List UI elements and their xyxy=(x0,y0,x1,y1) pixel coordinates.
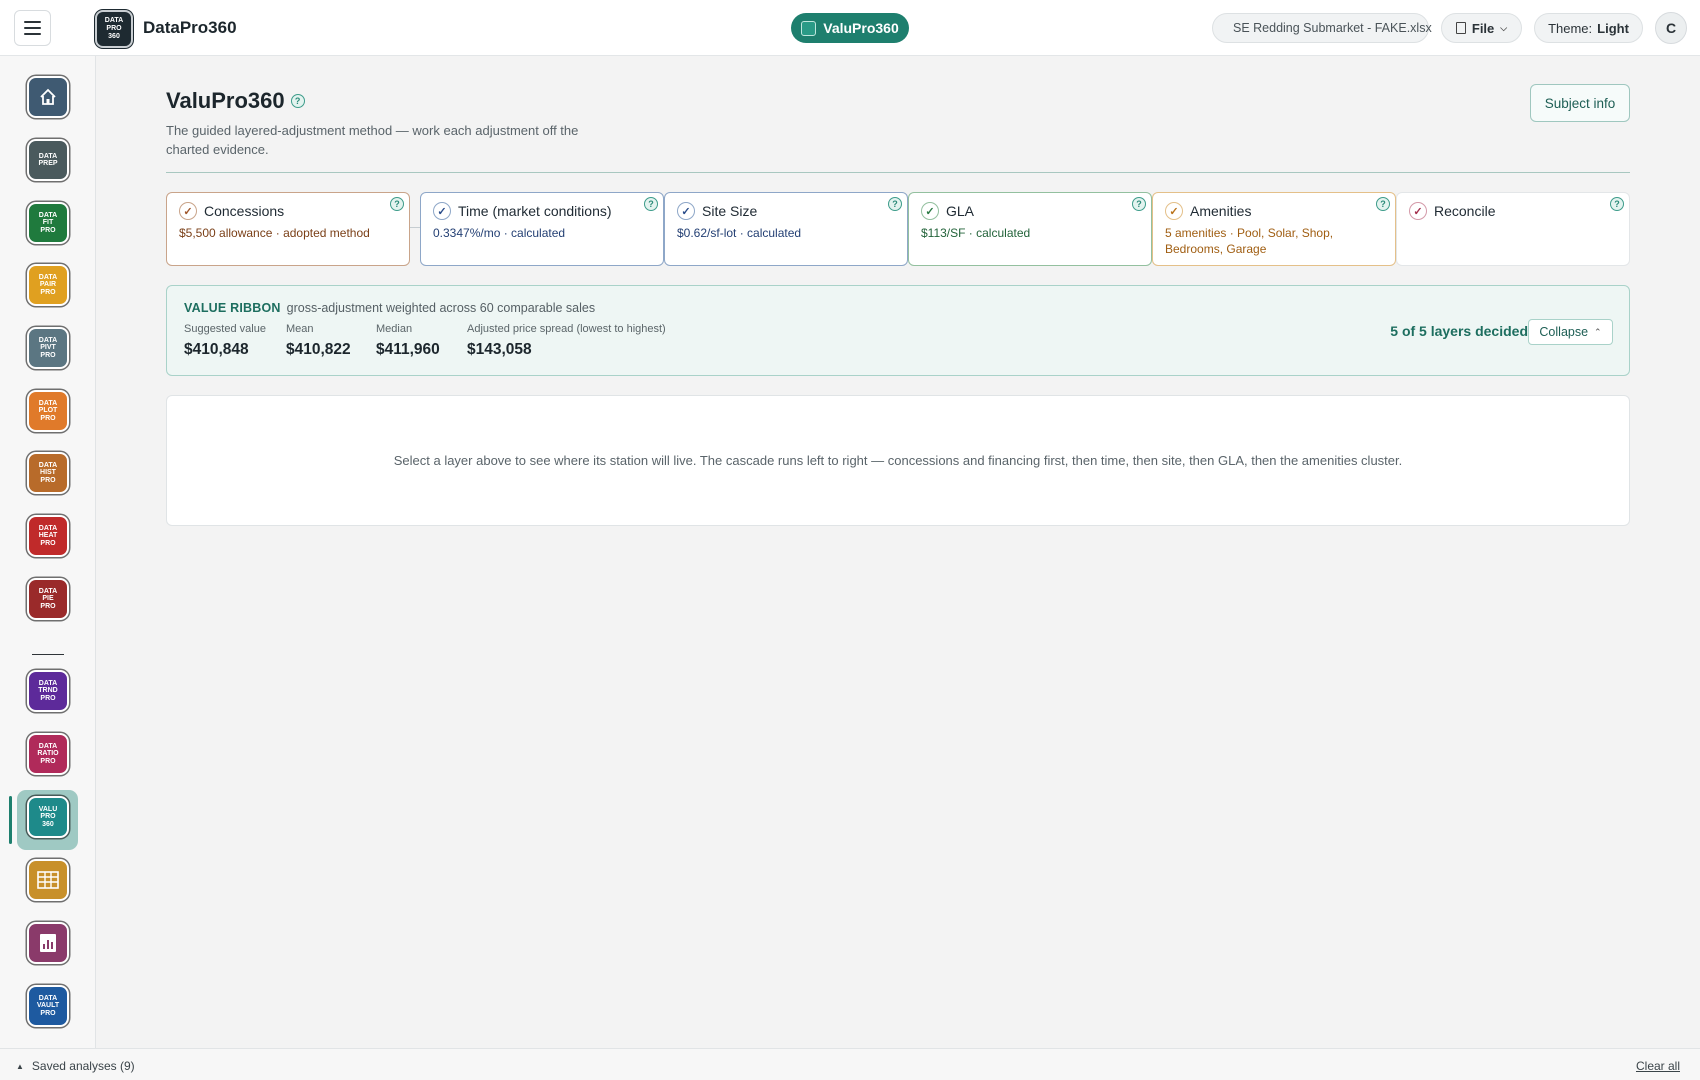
layer-card-gla[interactable]: ✓ GLA $113/SF · calculated ? xyxy=(908,192,1152,266)
stat-suggested-value: Suggested value $410,848 xyxy=(184,323,266,358)
info-text: Select a layer above to see where its st… xyxy=(393,453,1403,468)
help-icon[interactable]: ? xyxy=(390,197,404,211)
sidebar-app-data-vault-pro[interactable]: DATA VAULT PRO xyxy=(29,987,67,1025)
help-icon[interactable]: ? xyxy=(888,197,902,211)
layer-detail: $113/SF · calculated xyxy=(921,226,1031,240)
brand-logo[interactable]: DATA PRO 360 xyxy=(95,10,133,48)
sidebar-app-data-pivt-pro[interactable]: DATA PIVT PRO xyxy=(29,329,67,367)
layers-decided-count: 5 of 5 layers decided xyxy=(1390,323,1528,339)
active-indicator xyxy=(9,796,12,844)
layer-detail: $0.62/sf-lot · calculated xyxy=(677,226,802,240)
sidebar-app-table-tool[interactable] xyxy=(29,861,67,899)
sidebar-app-data-pie-pro[interactable]: DATA PIE PRO xyxy=(29,580,67,618)
layer-card-concessions[interactable]: ✓ Concessions $5,500 allowance · adopted … xyxy=(166,192,410,266)
caret-up-icon: ▲ xyxy=(16,1061,24,1071)
layer-title: Amenities xyxy=(1190,203,1252,219)
sidebar-app-data-prep[interactable]: DATA PREP xyxy=(29,141,67,179)
subject-info-button[interactable]: Subject info xyxy=(1530,84,1630,122)
clear-all-link[interactable]: Clear all xyxy=(1636,1059,1680,1073)
layer-card-site-size[interactable]: ✓ Site Size $0.62/sf-lot · calculated ? xyxy=(664,192,908,266)
sidebar-app-data-trnd-pro[interactable]: DATA TRND PRO xyxy=(29,672,67,710)
layer-title: Reconcile xyxy=(1434,203,1496,219)
station-info-panel: Select a layer above to see where its st… xyxy=(166,395,1630,526)
page-title: ValuPro360 ? xyxy=(166,88,305,114)
layer-detail: 5 amenities · Pool, Solar, Shop, Bedroom… xyxy=(1165,226,1334,256)
sidebar-divider xyxy=(32,654,64,655)
layer-title: GLA xyxy=(946,203,975,219)
stat-median: Median $411,960 xyxy=(376,323,440,358)
brand-name: DataPro360 xyxy=(143,18,237,37)
page-subtitle: The guided layered-adjustment method — w… xyxy=(166,123,579,157)
file-name: SE Redding Submarket - FAKE.xlsx xyxy=(1233,21,1432,35)
layer-title: Concessions xyxy=(204,203,285,219)
chevron-up-icon: ⌃ xyxy=(1594,326,1602,337)
loaded-file-pill[interactable]: SE Redding Submarket - FAKE.xlsx xyxy=(1212,13,1432,43)
sidebar-app-valu-pro-360[interactable]: VALU PRO 360 xyxy=(29,798,67,836)
layer-card-time[interactable]: ✓ Time (market conditions) 0.3347%/mo · c… xyxy=(420,192,664,266)
stat-mean: Mean $410,822 xyxy=(286,323,351,358)
sidebar: DATA PREP DATA FIT PRO DATA PAIR PRO DATA PIVT PRO… xyxy=(0,56,96,1048)
value-ribbon: VALUE RIBBON gross-adjustment weighted ac… xyxy=(166,285,1630,376)
sidebar-app-data-pair-pro[interactable]: DATA PAIR PRO xyxy=(29,266,67,304)
chevron-down-icon: ⌵ xyxy=(1500,22,1508,33)
active-app-label: ValuPro360 xyxy=(823,20,899,36)
help-icon[interactable]: ? xyxy=(1610,197,1624,211)
ribbon-description: gross-adjustment weighted across 60 comp… xyxy=(286,301,596,315)
theme-toggle-button[interactable]: Theme: Light xyxy=(1534,13,1643,43)
stat-price-spread: Adjusted price spread (lowest to highest… xyxy=(467,323,666,358)
menu-icon[interactable] xyxy=(14,10,51,46)
layer-title: Site Size xyxy=(702,203,758,219)
sidebar-app-data-heat-pro[interactable]: DATA HEAT PRO xyxy=(29,517,67,555)
theme-label: Theme: xyxy=(1548,20,1593,36)
app-logo-icon xyxy=(801,20,817,36)
collapse-button[interactable]: Collapse ⌃ xyxy=(1528,319,1613,345)
file-menu-button[interactable]: File ⌵ xyxy=(1441,13,1522,43)
file-icon xyxy=(1455,22,1466,34)
saved-analyses-toggle[interactable]: ▲ Saved analyses (9) xyxy=(16,1059,135,1073)
sidebar-app-report-tool[interactable] xyxy=(29,924,67,962)
layer-card-amenities[interactable]: ✓ Amenities 5 amenities · Pool, Solar, Sh… xyxy=(1152,192,1396,266)
theme-value: Light xyxy=(1597,20,1629,36)
ribbon-header: VALUE RIBBON gross-adjustment weighted ac… xyxy=(184,301,595,315)
layer-detail: $5,500 allowance · adopted method xyxy=(179,226,370,240)
check-icon: ✓ xyxy=(921,202,939,220)
avatar[interactable]: C xyxy=(1655,12,1687,44)
help-icon[interactable]: ? xyxy=(290,94,305,108)
sidebar-app-home[interactable] xyxy=(29,78,67,116)
check-icon: ✓ xyxy=(1409,202,1427,220)
check-icon: ✓ xyxy=(677,202,695,220)
help-icon[interactable]: ? xyxy=(644,197,658,211)
top-bar: DATA PRO 360 DataPro360 ValuPro360 SE Re… xyxy=(0,0,1700,56)
check-icon: ✓ xyxy=(1165,202,1183,220)
sidebar-app-data-fit-pro[interactable]: DATA FIT PRO xyxy=(29,204,67,242)
divider xyxy=(166,172,1630,173)
layer-title: Time (market conditions) xyxy=(458,203,612,219)
layer-card-reconcile[interactable]: ✓ Reconcile ? xyxy=(1396,192,1630,266)
sidebar-app-data-hist-pro[interactable]: DATA HIST PRO xyxy=(29,454,67,492)
layer-detail: 0.3347%/mo · calculated xyxy=(433,226,566,240)
help-icon[interactable]: ? xyxy=(1132,197,1146,211)
active-app-pill[interactable]: ValuPro360 xyxy=(791,13,909,43)
help-icon[interactable]: ? xyxy=(1376,197,1390,211)
sidebar-app-data-ratio-pro[interactable]: DATA RATIO PRO xyxy=(29,735,67,773)
ribbon-label: VALUE RIBBON xyxy=(184,301,281,315)
file-menu-label: File xyxy=(1471,20,1495,36)
check-icon: ✓ xyxy=(433,202,451,220)
footer: ▲ Saved analyses (9) Clear all xyxy=(0,1048,1700,1080)
sidebar-app-data-plot-pro[interactable]: DATA PLOT PRO xyxy=(29,392,67,430)
check-icon: ✓ xyxy=(179,202,197,220)
